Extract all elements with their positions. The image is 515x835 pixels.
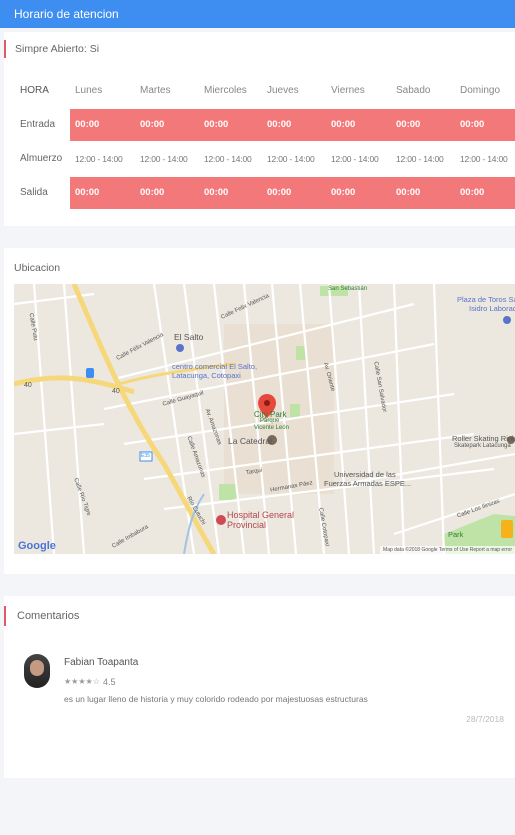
almuerzo-saturday: 12:00 - 14:00 <box>396 154 444 164</box>
entrada-saturday: 00:00 <box>396 119 421 130</box>
salida-tuesday: 00:00 <box>140 187 165 198</box>
map-label-route-e35: E35 <box>141 453 150 459</box>
row-label-entrada: Entrada <box>20 119 56 130</box>
report-map-error-link[interactable]: Report a map error <box>470 547 512 553</box>
map-label-hospital-2: Provincial <box>227 520 267 530</box>
comment-text: es un lugar lleno de historia y muy colo… <box>64 694 368 704</box>
map-label-universidad-2: Fuerzas Armadas ESPE... <box>324 479 412 488</box>
map-label-park: Park <box>448 530 464 539</box>
day-header-saturday: Sabado <box>396 85 431 96</box>
day-header-wednesday: Miercoles <box>204 85 247 96</box>
location-card: Ubicacion El Salto centro comercial El S… <box>4 248 515 574</box>
map-view[interactable]: El Salto centro comercial El Salto, Lata… <box>14 284 515 554</box>
row-label-salida: Salida <box>20 187 48 198</box>
salida-highlight <box>70 177 515 209</box>
map-label-el-salto: El Salto <box>174 332 204 342</box>
map-label-hospital: Hospital General <box>227 510 295 520</box>
map-attribution: Map data ©2018 Google Terms of Use Repor… <box>380 546 515 554</box>
day-header-friday: Viernes <box>331 85 365 96</box>
almuerzo-thursday: 12:00 - 14:00 <box>267 154 315 164</box>
map-label-catedral: La Catedral <box>228 436 272 446</box>
star-rating-icon: ★★★★☆ <box>64 677 100 686</box>
top-bar: Horario de atencion <box>0 0 515 28</box>
almuerzo-tuesday: 12:00 - 14:00 <box>140 154 188 164</box>
map-label-parque: Parque <box>260 418 280 424</box>
comment-rating: 4.5 <box>103 677 116 687</box>
day-header-thursday: Jueves <box>267 85 299 96</box>
entrada-tuesday: 00:00 <box>140 119 165 130</box>
almuerzo-friday: 12:00 - 14:00 <box>331 154 379 164</box>
map-label-universidad: Universidad de las <box>334 470 396 479</box>
almuerzo-monday: 12:00 - 14:00 <box>75 154 123 164</box>
map-label-centro-comercial: centro comercial El Salto, <box>172 362 258 371</box>
comment-item: Fabian Toapanta ★★★★☆ 4.5 es un lugar ll… <box>4 652 515 742</box>
salida-monday: 00:00 <box>75 187 100 198</box>
entrada-monday: 00:00 <box>75 119 100 130</box>
salida-friday: 00:00 <box>331 187 356 198</box>
map-data-text: Map data ©2018 Google <box>383 547 438 553</box>
entrada-friday: 00:00 <box>331 119 356 130</box>
always-open-label: Simpre Abierto: Si <box>4 40 99 58</box>
map-label-vicente: Vicente León <box>254 425 289 431</box>
comment-date: 28/7/2018 <box>466 714 504 724</box>
map-label-roller: Roller Skating Rink <box>452 434 515 443</box>
schedule-table: HORA Lunes Martes Miercoles Jueves Viern… <box>4 74 515 210</box>
comments-card: Comentarios Fabian Toapanta ★★★★☆ 4.5 es… <box>4 596 515 778</box>
street-view-pegman-icon[interactable] <box>501 520 513 538</box>
almuerzo-sunday: 12:00 - 14:00 <box>460 154 508 164</box>
schedule-row-entrada: Entrada 00:00 00:00 00:00 00:00 00:00 00… <box>4 108 515 142</box>
day-header-tuesday: Martes <box>140 85 171 96</box>
location-title: Ubicacion <box>14 262 61 274</box>
page-title: Horario de atencion <box>14 7 119 21</box>
map-label-roller-2: Skatepark Latacunga <box>454 443 511 449</box>
map-label-plaza-2: Isidro Laborado <box>469 304 515 313</box>
entrada-sunday: 00:00 <box>460 119 485 130</box>
comment-author: Fabian Toapanta <box>64 657 139 668</box>
map-label-route-40b: 40 <box>112 388 120 395</box>
entrada-wednesday: 00:00 <box>204 119 229 130</box>
map-label-san-sebastian: San Sebastián <box>328 286 368 292</box>
comments-title: Comentarios <box>4 606 79 626</box>
schedule-row-almuerzo: Almuerzo 12:00 - 14:00 12:00 - 14:00 12:… <box>4 142 515 176</box>
hour-column-header: HORA <box>20 85 49 96</box>
schedule-header-row: HORA Lunes Martes Miercoles Jueves Viern… <box>4 74 515 108</box>
salida-thursday: 00:00 <box>267 187 292 198</box>
almuerzo-wednesday: 12:00 - 14:00 <box>204 154 252 164</box>
hours-card: Simpre Abierto: Si HORA Lunes Martes Mie… <box>4 32 515 226</box>
schedule-row-salida: Salida 00:00 00:00 00:00 00:00 00:00 00:… <box>4 176 515 210</box>
entrada-thursday: 00:00 <box>267 119 292 130</box>
avatar <box>24 654 50 688</box>
google-logo: Google <box>18 540 56 552</box>
entrada-highlight <box>70 109 515 141</box>
row-label-almuerzo: Almuerzo <box>20 153 63 164</box>
salida-wednesday: 00:00 <box>204 187 229 198</box>
day-header-monday: Lunes <box>75 85 103 96</box>
day-header-sunday: Domingo <box>460 85 501 96</box>
salida-saturday: 00:00 <box>396 187 421 198</box>
map-label-plaza: Plaza de Toros Sa <box>457 295 515 304</box>
terms-link[interactable]: Terms of Use <box>439 547 468 553</box>
map-label-centro-comercial-2: Latacunga, Cotopaxi <box>172 371 241 380</box>
map-label-route-40: 40 <box>24 382 32 389</box>
salida-sunday: 00:00 <box>460 187 485 198</box>
